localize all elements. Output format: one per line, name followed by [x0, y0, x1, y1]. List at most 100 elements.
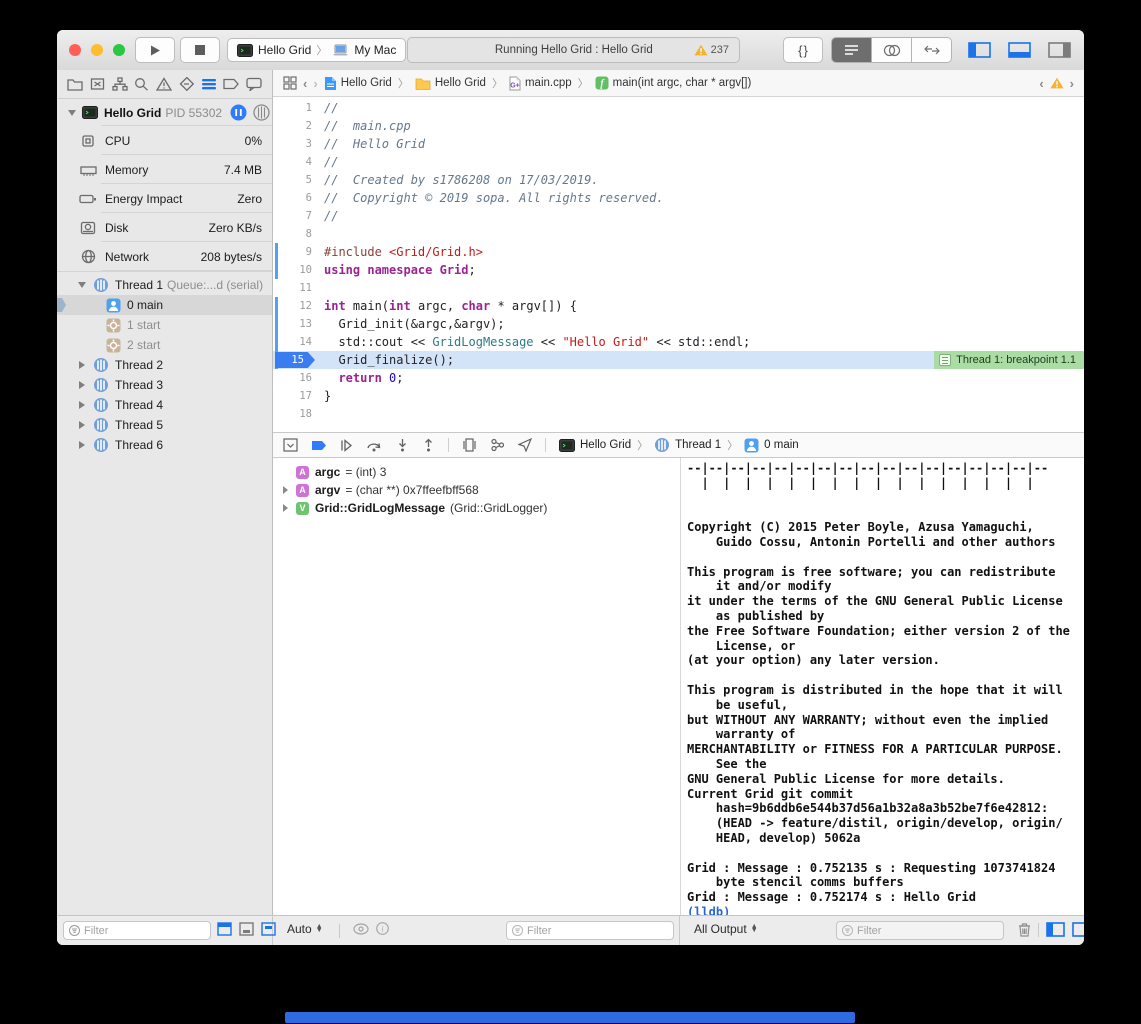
code-line-18[interactable]: 18 [273, 405, 1084, 423]
report-navigator-icon[interactable] [246, 77, 262, 91]
line-number[interactable]: 18 [273, 405, 317, 423]
line-number[interactable]: 5 [273, 171, 317, 189]
info-button[interactable]: i [376, 922, 389, 935]
disclosure-triangle-icon[interactable] [68, 110, 76, 116]
debug-crumb[interactable]: 0 main [744, 438, 799, 453]
activity-viewer[interactable]: Running Hello Grid : Hello Grid 237 [407, 37, 740, 63]
disclosure-triangle-icon[interactable] [78, 282, 86, 288]
close-window-button[interactable] [69, 44, 81, 56]
line-number[interactable]: 11 [273, 279, 317, 297]
forward-button[interactable]: › [313, 76, 317, 91]
code-line-15[interactable]: 15 Grid_finalize();Thread 1: breakpoint … [273, 351, 1084, 369]
disclosure-triangle-icon[interactable] [79, 381, 85, 389]
code-line-4[interactable]: 4// [273, 153, 1084, 171]
code-line-9[interactable]: 9#include <Grid/Grid.h> [273, 243, 1084, 261]
jump-bar-item[interactable]: fmain(int argc, char * argv[]) [595, 76, 752, 90]
stack-frame-row[interactable]: 0 main [57, 295, 272, 315]
related-items-icon[interactable] [283, 76, 297, 90]
jump-bar-item[interactable]: G+main.cpp [509, 76, 572, 91]
toggle-navigator-button[interactable] [962, 42, 996, 58]
version-editor-button[interactable] [911, 38, 951, 62]
variables-filter-input[interactable]: Filter [506, 921, 674, 940]
warning-count-badge[interactable]: 237 [694, 44, 739, 56]
symbol-navigator-icon[interactable] [112, 77, 128, 91]
continue-icon[interactable] [340, 439, 353, 452]
thread-row[interactable]: Thread 5 [57, 415, 272, 435]
code-line-14[interactable]: 14 std::cout << GridLogMessage << "Hello… [273, 333, 1084, 351]
code-line-6[interactable]: 6// Copyright © 2019 sopa. All rights re… [273, 189, 1084, 207]
simulate-location-icon[interactable] [518, 438, 532, 452]
filter-breakpoints-button[interactable] [217, 922, 232, 936]
line-number[interactable]: 13 [273, 315, 317, 333]
line-number[interactable]: 12 [273, 297, 317, 315]
search-icon[interactable] [134, 77, 149, 91]
variables-scope-dropdown[interactable]: Auto ▲▼ [287, 922, 323, 936]
disclosure-triangle-icon[interactable] [283, 486, 288, 494]
line-number[interactable]: 3 [273, 135, 317, 153]
breakpoint-marker[interactable]: 15 [275, 352, 315, 368]
pause-process-icon[interactable] [230, 104, 247, 121]
code-line-5[interactable]: 5// Created by s1786208 on 17/03/2019. [273, 171, 1084, 189]
line-number[interactable]: 8 [273, 225, 317, 243]
clear-console-button[interactable] [1018, 922, 1031, 937]
line-number[interactable]: 10 [273, 261, 317, 279]
line-number[interactable]: 15 [273, 351, 317, 369]
standard-editor-button[interactable] [832, 38, 871, 62]
code-line-17[interactable]: 17} [273, 387, 1084, 405]
code-line-12[interactable]: 12int main(int argc, char * argv[]) { [273, 297, 1084, 315]
stack-frame-row[interactable]: 2 start [57, 335, 272, 355]
quick-look-button[interactable] [353, 923, 369, 935]
line-number[interactable]: 17 [273, 387, 317, 405]
assistant-editor-button[interactable] [871, 38, 911, 62]
gauge-row-cpu[interactable]: CPU0% [57, 126, 272, 155]
line-number[interactable]: 4 [273, 153, 317, 171]
code-line-2[interactable]: 2// main.cpp [273, 117, 1084, 135]
variables-view[interactable]: Aargc= (int) 3Aargv= (char **) 0x7ffeefb… [273, 458, 680, 917]
zoom-window-button[interactable] [113, 44, 125, 56]
line-number[interactable]: 9 [273, 243, 317, 261]
debug-crumb[interactable]: Thread 1 [654, 437, 721, 453]
back-button[interactable]: ‹ [303, 76, 307, 91]
step-over-icon[interactable] [366, 439, 383, 452]
test-navigator-icon[interactable] [179, 77, 194, 91]
stack-frame-row[interactable]: 1 start [57, 315, 272, 335]
disclosure-triangle-icon[interactable] [79, 441, 85, 449]
gauge-row-memory[interactable]: Memory7.4 MB [57, 155, 272, 184]
breakpoint-annotation[interactable]: Thread 1: breakpoint 1.1 [934, 351, 1084, 369]
filter-crashed-button[interactable] [239, 922, 254, 936]
previous-issue-button[interactable]: ‹ [1039, 76, 1043, 91]
minimize-window-button[interactable] [91, 44, 103, 56]
code-line-16[interactable]: 16 return 0; [273, 369, 1084, 387]
issue-navigator-icon[interactable] [156, 77, 172, 91]
thread-row[interactable]: Thread 3 [57, 375, 272, 395]
console-output[interactable]: --|--|--|--|--|--|--|--|--|--|--|--|--|-… [680, 458, 1084, 917]
line-number[interactable]: 14 [273, 333, 317, 351]
thread-row[interactable]: Thread 6 [57, 435, 272, 455]
variable-row[interactable]: Aargv= (char **) 0x7ffeefbff568 [273, 481, 680, 499]
debug-navigator-icon[interactable] [201, 77, 217, 91]
line-number[interactable]: 2 [273, 117, 317, 135]
code-line-7[interactable]: 7// [273, 207, 1084, 225]
view-debugger-icon[interactable] [462, 438, 477, 452]
step-out-icon[interactable] [422, 438, 435, 452]
run-button[interactable] [135, 37, 175, 63]
gauge-row-disk[interactable]: DiskZero KB/s [57, 213, 272, 242]
hide-debug-area-icon[interactable] [283, 438, 298, 452]
line-number[interactable]: 1 [273, 99, 317, 117]
line-number[interactable]: 6 [273, 189, 317, 207]
next-issue-button[interactable]: › [1070, 76, 1074, 91]
stop-button[interactable] [180, 37, 220, 63]
memory-debug-icon[interactable] [253, 104, 270, 121]
line-number[interactable]: 16 [273, 369, 317, 387]
thread-row[interactable]: Thread 2 [57, 355, 272, 375]
step-into-icon[interactable] [396, 438, 409, 452]
source-editor[interactable]: 1//2// main.cpp3// Hello Grid4//5// Crea… [273, 97, 1084, 432]
breakpoint-navigator-icon[interactable] [223, 78, 239, 90]
gauge-row-energy-impact[interactable]: Energy ImpactZero [57, 184, 272, 213]
gauge-row-network[interactable]: Network208 bytes/s [57, 242, 272, 271]
process-row[interactable]: Hello Grid PID 55302 [57, 99, 272, 126]
disclosure-triangle-icon[interactable] [283, 504, 288, 512]
debug-crumb[interactable]: Hello Grid [559, 439, 631, 452]
variable-row[interactable]: VGrid::GridLogMessage(Grid::GridLogger) [273, 499, 680, 517]
scheme-selector[interactable]: Hello Grid 〉 My Mac [227, 38, 406, 62]
